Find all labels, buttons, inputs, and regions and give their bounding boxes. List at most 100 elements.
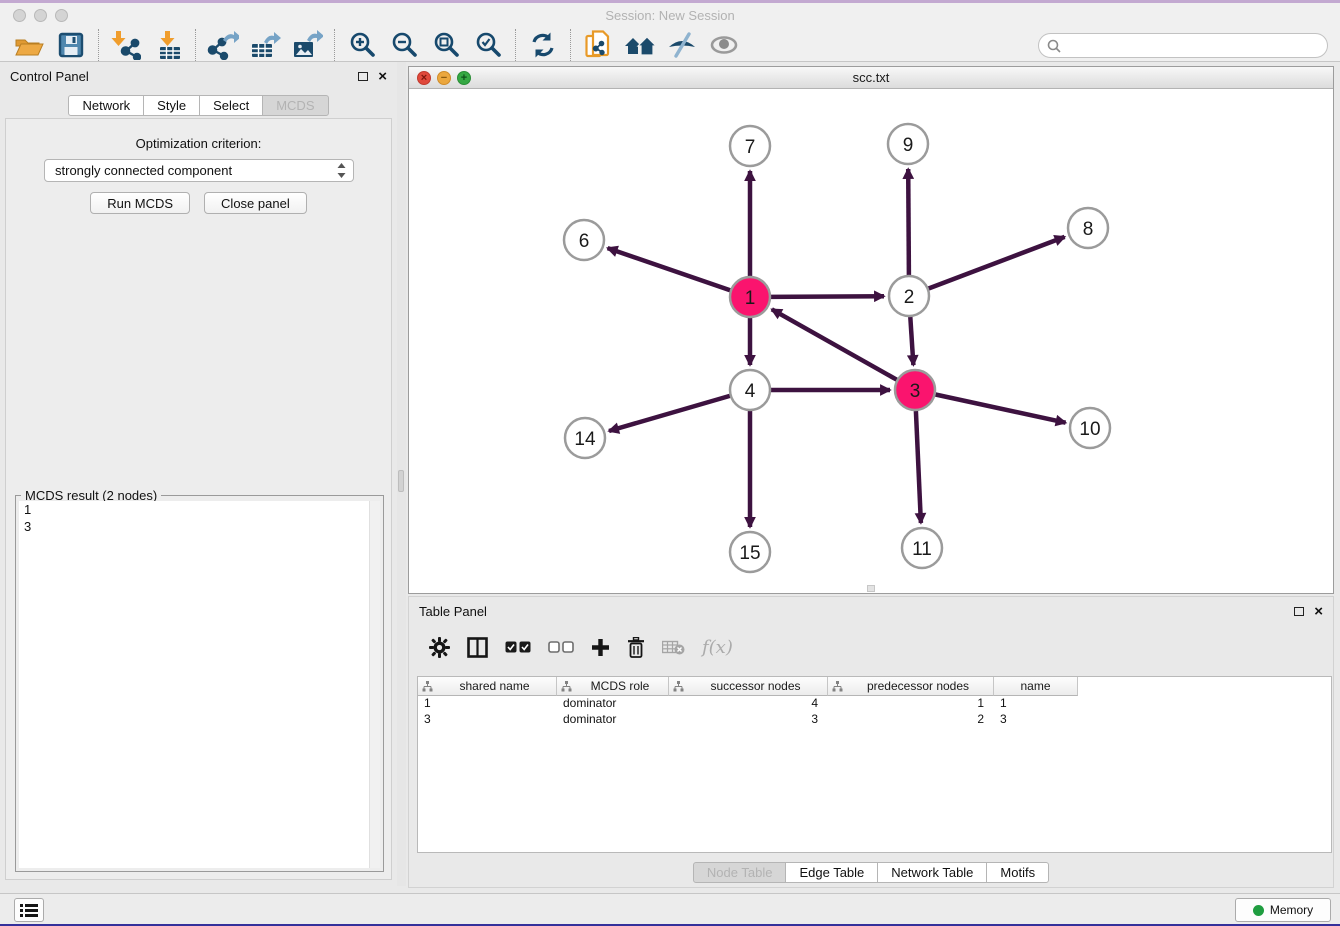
svg-text:4: 4 [745,381,756,402]
export-network-icon[interactable] [202,29,244,61]
column-header-predecessor-nodes[interactable]: predecessor nodes [828,677,994,696]
table-row[interactable]: 3 dominator 3 2 3 [418,712,1331,728]
graph-edge-2-9[interactable] [908,169,909,275]
eye-slash-icon[interactable] [661,29,703,61]
export-image-icon[interactable] [286,29,328,61]
tab-motifs[interactable]: Motifs [986,862,1049,883]
tab-mcds[interactable]: MCDS [262,95,328,116]
svg-text:8: 8 [1083,219,1094,240]
toolbar-separator [515,29,516,61]
graph-node-3[interactable]: 3 [895,370,935,410]
graph-node-15[interactable]: 15 [730,532,770,572]
table-row[interactable]: 1 dominator 4 1 1 [418,696,1331,712]
zoom-check-icon[interactable] [467,29,509,61]
run-mcds-button[interactable]: Run MCDS [90,192,190,214]
close-panel-icon[interactable]: × [378,69,387,84]
network-canvas[interactable]: 7 9 6 8 1 2 4 3 14 10 15 11 [409,89,1333,593]
tab-edge-table[interactable]: Edge Table [785,862,878,883]
plus-icon[interactable] [591,638,610,657]
tab-style[interactable]: Style [143,95,200,116]
column-header-shared-name[interactable]: shared name [418,677,557,696]
zoom-out-icon[interactable] [383,29,425,61]
tree-icon [561,681,572,692]
tab-node-table[interactable]: Node Table [693,862,787,883]
tab-network[interactable]: Network [68,95,144,116]
toolbar-separator [570,29,571,61]
checked-boxes-icon[interactable] [505,641,531,653]
copy-documents-icon[interactable] [577,29,619,61]
optimization-criterion-select[interactable]: strongly connected component [44,159,354,182]
graph-edge-1-2[interactable] [771,296,884,297]
import-table-icon[interactable] [147,29,189,61]
status-bar: Memory [0,893,1340,924]
cell-successor-nodes: 4 [669,696,828,712]
task-history-button[interactable] [14,898,44,922]
close-table-panel-icon[interactable]: × [1314,604,1323,619]
table-delete-icon[interactable] [662,640,685,655]
zoom-in-icon[interactable] [341,29,383,61]
graph-node-1[interactable]: 1 [730,277,770,317]
graph-edge-2-3[interactable] [910,317,913,365]
table-tabs: Node Table Edge Table Network Table Moti… [409,862,1333,883]
search-field[interactable] [1038,33,1328,58]
tab-select[interactable]: Select [199,95,263,116]
memory-button[interactable]: Memory [1235,898,1331,922]
svg-text:14: 14 [574,429,596,450]
export-table-icon[interactable] [244,29,286,61]
graph-node-8[interactable]: 8 [1068,208,1108,248]
eye-icon[interactable] [703,29,745,61]
graph-node-6[interactable]: 6 [564,220,604,260]
double-home-icon[interactable] [619,29,661,61]
tab-network-table[interactable]: Network Table [877,862,987,883]
graph-edge-3-11[interactable] [916,411,921,523]
network-window-titlebar[interactable]: × − + scc.txt [409,67,1333,89]
column-header-name[interactable]: name [994,677,1078,696]
zoom-fit-icon[interactable] [425,29,467,61]
split-columns-icon[interactable] [467,637,488,658]
svg-text:7: 7 [745,137,756,158]
network-graph[interactable]: 7 9 6 8 1 2 4 3 14 10 15 11 [409,89,1333,593]
cell-predecessor-nodes: 2 [828,712,994,728]
column-header-mcds-role[interactable]: MCDS role [557,677,669,696]
open-folder-icon[interactable] [8,29,50,61]
graph-node-4[interactable]: 4 [730,370,770,410]
list-icon [20,903,38,918]
gear-icon[interactable] [429,637,450,658]
mcds-result-line: 1 [19,501,380,518]
graph-edge-4-14[interactable] [609,396,730,431]
function-fx-icon[interactable]: f(x) [702,637,733,658]
graph-node-2[interactable]: 2 [889,276,929,316]
toolbar-separator [98,29,99,61]
unchecked-boxes-icon[interactable] [548,641,574,653]
float-table-panel-icon[interactable] [1294,607,1304,616]
graph-node-7[interactable]: 7 [730,126,770,166]
refresh-icon[interactable] [522,29,564,61]
search-input[interactable] [1066,36,1327,56]
canvas-resize-grip[interactable] [867,585,875,592]
graph-node-9[interactable]: 9 [888,124,928,164]
trash-icon[interactable] [627,637,645,658]
mcds-result-text[interactable]: 1 3 [19,501,380,868]
graph-edge-1-6[interactable] [608,248,731,290]
splitter-grip[interactable] [398,470,404,492]
result-scrollbar[interactable] [369,501,380,868]
column-header-successor-nodes[interactable]: successor nodes [669,677,828,696]
tree-icon [422,681,433,692]
graph-node-14[interactable]: 14 [565,418,605,458]
close-panel-button[interactable]: Close panel [204,192,307,214]
window-chrome: Session: New Session [0,3,1340,62]
toolbar-separator [195,29,196,61]
graph-node-10[interactable]: 10 [1070,408,1110,448]
save-disk-icon[interactable] [50,29,92,61]
network-window: × − + scc.txt 7 9 6 8 1 2 4 3 14 10 15 11 [408,66,1334,594]
graph-edge-2-8[interactable] [929,237,1065,289]
float-panel-icon[interactable] [358,72,368,81]
svg-text:9: 9 [903,135,914,156]
mcds-result-line: 3 [19,518,380,535]
graph-edge-3-1[interactable] [772,309,897,379]
cell-predecessor-nodes: 1 [828,696,994,712]
graph-node-11[interactable]: 11 [902,528,942,568]
import-network-icon[interactable] [105,29,147,61]
panel-splitter[interactable] [397,62,406,886]
graph-edge-3-10[interactable] [936,395,1066,423]
